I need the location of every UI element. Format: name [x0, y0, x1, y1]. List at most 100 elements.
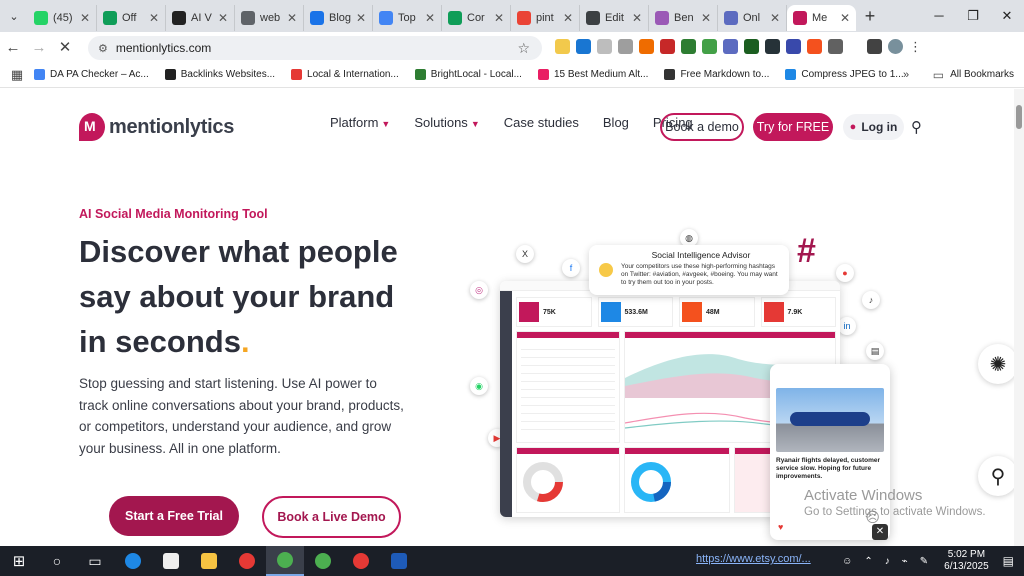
nav-case-studies[interactable]: Case studies — [504, 115, 579, 130]
chevron-up-icon[interactable]: ⌃ — [864, 556, 872, 567]
browser-tab[interactable]: Onl ✕ — [718, 5, 787, 31]
login-button[interactable]: ● Log in — [843, 114, 904, 140]
chrome-icon[interactable] — [342, 546, 380, 576]
nav-platform[interactable]: Platform ▼ — [330, 115, 390, 130]
chrome-icon[interactable] — [304, 546, 342, 576]
tab-close-icon[interactable]: ✕ — [494, 11, 504, 25]
scrollbar-thumb[interactable] — [1016, 105, 1022, 129]
extension-icon[interactable] — [744, 39, 759, 54]
extension-icon[interactable] — [660, 39, 675, 54]
bookmark-item[interactable]: BrightLocal - Local... — [414, 69, 522, 80]
minimize-button[interactable]: ─ — [922, 0, 956, 32]
extension-icon[interactable] — [807, 39, 822, 54]
extension-icon[interactable] — [786, 39, 801, 54]
apps-grid-icon[interactable]: ▦ — [0, 67, 34, 83]
browser-tab[interactable]: Off ✕ — [97, 5, 166, 31]
extension-icon[interactable] — [597, 39, 612, 54]
book-demo-button[interactable]: Book a demo — [660, 113, 744, 141]
stop-loading-button[interactable]: ✕ — [52, 38, 78, 56]
bookmark-label: Free Markdown to... — [680, 69, 770, 80]
chrome-icon[interactable] — [266, 546, 304, 576]
tab-close-icon[interactable]: ✕ — [149, 11, 159, 25]
extension-icon[interactable] — [639, 39, 654, 54]
browser-tab[interactable]: pint ✕ — [511, 5, 580, 31]
nav-platform-label: Platform — [330, 115, 379, 130]
extensions-puzzle-icon[interactable] — [828, 39, 843, 54]
start-button[interactable]: ⊞ — [0, 546, 38, 576]
try-free-button[interactable]: Try for FREE — [753, 113, 833, 141]
back-button[interactable]: ← — [0, 39, 26, 56]
tab-close-icon[interactable]: ✕ — [218, 11, 228, 25]
download-icon[interactable] — [867, 39, 882, 54]
extension-icon[interactable] — [618, 39, 633, 54]
status-url-link[interactable]: https://www.etsy.com/... — [696, 553, 811, 565]
extension-icon[interactable] — [702, 39, 717, 54]
book-live-demo-button[interactable]: Book a Live Demo — [262, 496, 401, 538]
extension-icon[interactable] — [576, 39, 591, 54]
bookmark-item[interactable]: DA PA Checker – Ac... — [34, 69, 149, 80]
tab-close-icon[interactable]: ✕ — [425, 11, 435, 25]
tab-close-icon[interactable]: ✕ — [356, 11, 366, 25]
tab-search-dropdown[interactable]: ⌄ — [0, 0, 28, 32]
browser-tab[interactable]: Top ✕ — [373, 5, 442, 31]
all-bookmarks-folder[interactable]: ▭ All Bookmarks — [933, 68, 1014, 82]
edge-icon[interactable] — [114, 546, 152, 576]
bookmark-star-icon[interactable]: ☆ — [517, 40, 530, 57]
browser-tab[interactable]: Me ✕ — [787, 5, 856, 31]
extension-icon[interactable] — [681, 39, 696, 54]
task-view-icon[interactable]: ▭ — [76, 546, 114, 576]
menu-kebab-icon[interactable]: ⋮ — [909, 39, 922, 54]
opera-icon[interactable] — [228, 546, 266, 576]
word-icon[interactable] — [380, 546, 418, 576]
volume-icon[interactable]: ♪ — [885, 556, 890, 567]
site-info-icon[interactable]: ⚙ — [98, 42, 108, 55]
tab-close-icon[interactable]: ✕ — [563, 11, 573, 25]
file-icon[interactable] — [152, 546, 190, 576]
extension-icon[interactable] — [765, 39, 780, 54]
start-free-trial-button[interactable]: Start a Free Trial — [109, 496, 239, 536]
system-tray: ☺ ⌃ ♪ ⌁ ✎ 5:02 PM 6/13/2025 ▤ — [836, 546, 1024, 576]
pen-icon[interactable]: ✎ — [920, 556, 928, 567]
restore-button[interactable]: ❐ — [956, 0, 990, 32]
profile-avatar[interactable] — [888, 39, 903, 54]
new-tab-button[interactable]: + — [856, 6, 884, 27]
page-viewport: mentionlytics Platform▼ Solutions▼ Case … — [0, 89, 1024, 546]
brand-logo[interactable]: mentionlytics — [79, 113, 234, 141]
browser-tab[interactable]: (45) ✕ — [28, 5, 97, 31]
bookmark-item[interactable]: Free Markdown to... — [664, 69, 769, 80]
clock[interactable]: 5:02 PM 6/13/2025 — [944, 549, 989, 573]
page-scrollbar[interactable] — [1014, 89, 1024, 546]
tab-close-icon[interactable]: ✕ — [770, 11, 780, 25]
file-explorer-icon[interactable] — [190, 546, 228, 576]
close-window-button[interactable]: ✕ — [990, 0, 1024, 32]
tab-close-icon[interactable]: ✕ — [80, 11, 90, 25]
people-icon[interactable]: ☺ — [842, 556, 852, 567]
extension-icon[interactable] — [555, 39, 570, 54]
browser-tab[interactable]: AI V ✕ — [166, 5, 235, 31]
bookmark-item[interactable]: Compress JPEG to 1... — [785, 69, 904, 80]
extension-icon[interactable] — [723, 39, 738, 54]
search-circle-icon[interactable]: ○ — [38, 546, 76, 576]
tab-close-icon[interactable]: ✕ — [632, 11, 642, 25]
tab-close-icon[interactable]: ✕ — [840, 11, 850, 25]
bookmark-item[interactable]: 15 Best Medium Alt... — [537, 69, 648, 80]
tab-close-icon[interactable]: ✕ — [701, 11, 711, 25]
browser-tab[interactable]: Edit ✕ — [580, 5, 649, 31]
nav-solutions[interactable]: Solutions ▼ — [414, 115, 479, 130]
network-icon[interactable]: ⌁ — [902, 556, 908, 567]
bookmark-item[interactable]: Local & Internation... — [291, 69, 399, 80]
forward-button[interactable]: → — [26, 39, 52, 56]
browser-tab[interactable]: web ✕ — [235, 5, 304, 31]
browser-tab[interactable]: Ben ✕ — [649, 5, 718, 31]
nav-blog[interactable]: Blog — [603, 115, 629, 130]
more-bookmarks-chevron-icon[interactable]: » — [903, 69, 909, 81]
address-bar[interactable]: ⚙ mentionlytics.com ☆ — [88, 36, 542, 60]
notifications-icon[interactable]: ▤ — [1003, 554, 1014, 568]
bookmark-item[interactable]: Backlinks Websites... — [164, 69, 275, 80]
browser-tab[interactable]: Cor ✕ — [442, 5, 511, 31]
chatbot-widget-icon[interactable]: ✺ — [978, 344, 1018, 384]
social-intelligence-advisor-card: Social Intelligence Advisor Your competi… — [589, 245, 789, 295]
search-icon[interactable]: ⚲ — [911, 118, 922, 136]
tab-close-icon[interactable]: ✕ — [287, 11, 297, 25]
browser-tab[interactable]: Blog ✕ — [304, 5, 373, 31]
